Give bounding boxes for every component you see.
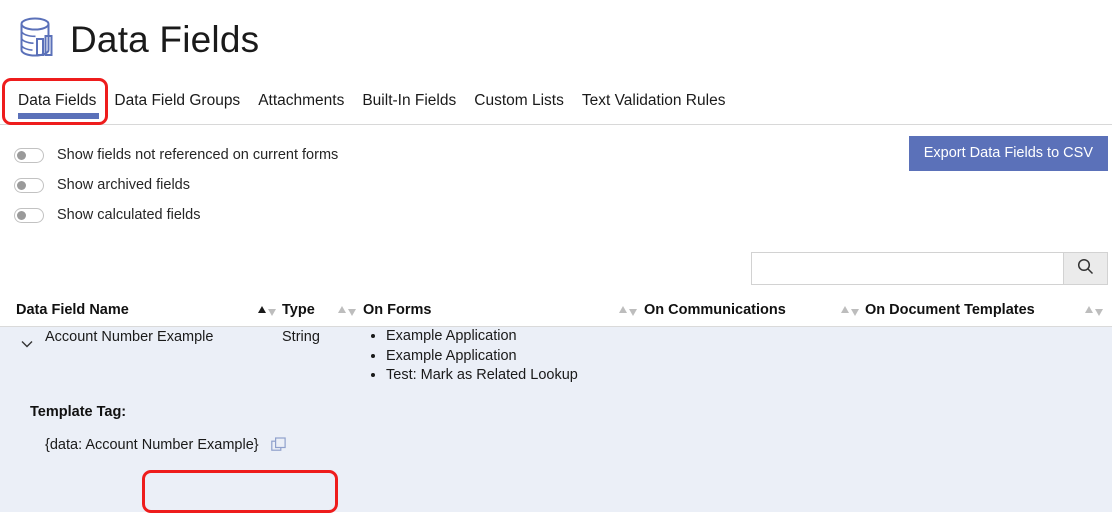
toggle-label: Show calculated fields	[57, 207, 201, 223]
toggle-label: Show fields not referenced on current fo…	[57, 147, 339, 163]
tab-label: Text Validation Rules	[581, 92, 726, 109]
column-header-on-forms[interactable]: On Forms	[363, 298, 431, 323]
data-fields-page: Data Fields Data Fields Data Field Groups…	[0, 0, 1112, 513]
table-header-row: Data Field Name Type On Forms On Communi…	[0, 298, 1112, 327]
tab-label: Attachments	[258, 92, 345, 109]
tab-label: Data Field Groups	[114, 92, 241, 109]
sort-icon-data-field-name[interactable]	[258, 304, 276, 316]
search-bar	[751, 252, 1108, 285]
column-header-type[interactable]: Type	[282, 298, 315, 323]
search-icon	[1077, 258, 1094, 280]
column-header-data-field-name[interactable]: Data Field Name	[16, 298, 129, 323]
toggle-row: Show fields not referenced on current fo…	[14, 140, 338, 170]
template-tag-value: {data: Account Number Example}	[45, 437, 259, 453]
on-forms-item: Example Application	[386, 347, 578, 367]
cell-on-forms: Example ApplicationExample ApplicationTe…	[368, 327, 578, 386]
tab-built-in-fields[interactable]: Built-In Fields	[353, 92, 465, 125]
template-tag-row: {data: Account Number Example}	[45, 437, 287, 453]
cell-type: String	[282, 329, 320, 345]
toggle-switch-2[interactable]	[14, 207, 44, 223]
toggle-label: Show archived fields	[57, 177, 190, 193]
tab-data-fields[interactable]: Data Fields	[14, 92, 105, 125]
sort-icon-on-forms[interactable]	[619, 304, 637, 316]
sort-icon-on-communications[interactable]	[841, 304, 859, 316]
tab-bar: Data Fields Data Field Groups Attachments B…	[0, 78, 1112, 125]
tab-active-underline	[18, 113, 100, 119]
toggle-row: Show calculated fields	[14, 200, 338, 230]
copy-icon[interactable]	[270, 437, 287, 453]
toggle-knob	[17, 150, 26, 160]
column-header-on-document-templates[interactable]: On Document Templates	[865, 298, 1035, 323]
toggle-switch-1[interactable]	[14, 177, 44, 193]
sort-icon-type[interactable]	[338, 304, 356, 316]
tab-label: Custom Lists	[474, 92, 564, 109]
page-header: Data Fields	[0, 0, 1112, 78]
tab-text-validation-rules[interactable]: Text Validation Rules	[573, 92, 735, 125]
template-tag-label: Template Tag:	[30, 404, 127, 420]
toggle-knob	[17, 210, 26, 220]
filter-toggles: Show fields not referenced on current fo…	[14, 140, 338, 230]
sort-icon-on-document-templates[interactable]	[1085, 304, 1103, 316]
table-row[interactable]: Account Number Example String Example Ap…	[0, 327, 1112, 512]
cell-data-field-name: Account Number Example	[45, 329, 214, 345]
on-forms-item: Test: Mark as Related Lookup	[386, 366, 578, 386]
search-input[interactable]	[751, 252, 1063, 285]
toggle-row: Show archived fields	[14, 170, 338, 200]
column-header-on-communications[interactable]: On Communications	[644, 298, 786, 323]
database-icon	[16, 16, 56, 62]
tab-attachments[interactable]: Attachments	[249, 92, 353, 125]
tab-data-field-groups[interactable]: Data Field Groups	[105, 92, 249, 125]
toggle-switch-0[interactable]	[14, 147, 44, 163]
toggle-knob	[17, 180, 26, 190]
chevron-down-icon[interactable]	[20, 337, 34, 351]
page-title: Data Fields	[70, 18, 260, 60]
tab-label: Data Fields	[18, 92, 97, 109]
tab-label: Built-In Fields	[362, 92, 457, 109]
search-button[interactable]	[1063, 252, 1108, 285]
data-fields-table: Data Field Name Type On Forms On Communi…	[0, 298, 1112, 512]
tab-custom-lists[interactable]: Custom Lists	[465, 92, 573, 125]
on-forms-item: Example Application	[386, 327, 578, 347]
export-data-fields-to-csv-button[interactable]: Export Data Fields to CSV	[908, 136, 1108, 171]
